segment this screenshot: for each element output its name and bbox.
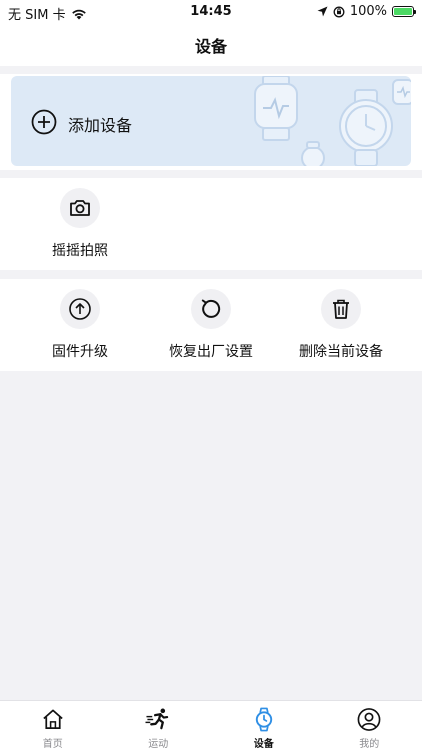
add-device-label: 添加设备 (68, 116, 133, 135)
factory-reset-button[interactable]: 恢复出厂设置 (156, 289, 266, 361)
shake-photo-circle (60, 188, 100, 228)
delete-device-button[interactable]: 删除当前设备 (286, 289, 396, 361)
factory-reset-label: 恢复出厂设置 (169, 344, 253, 360)
camera-icon (70, 200, 90, 216)
watch-icon (255, 707, 272, 732)
tab-device-label: 设备 (253, 739, 274, 750)
add-circle-icon (31, 109, 57, 135)
firmware-upgrade-circle (60, 289, 100, 329)
tab-bar: 首页 运动 设备 我的 (0, 700, 422, 750)
tab-mine-label: 我的 (359, 739, 380, 750)
firmware-upgrade-label: 固件升级 (52, 344, 108, 360)
trash-icon (333, 299, 349, 319)
tab-sport[interactable]: 运动 (106, 701, 212, 750)
device-actions-section: 固件升级 恢复出厂设置 删除当前设备 (0, 279, 422, 371)
battery-percent: 100% (349, 4, 387, 19)
tab-home-label: 首页 (42, 739, 63, 750)
status-bar: 无 SIM 卡 14:45 100% (0, 0, 422, 24)
arrow-up-circle-icon (69, 298, 91, 320)
running-icon (145, 708, 169, 730)
status-right: 100% (317, 4, 416, 19)
tab-sport-label: 运动 (148, 739, 169, 750)
tab-home[interactable]: 首页 (0, 701, 106, 750)
watch-illustration-icon (254, 76, 411, 166)
factory-reset-circle (191, 289, 231, 329)
shake-photo-button[interactable]: 摇摇拍照 (40, 188, 120, 260)
orientation-lock-icon (333, 6, 345, 17)
battery-icon (392, 6, 416, 17)
page-title: 设备 (194, 37, 227, 56)
tab-device[interactable]: 设备 (211, 701, 317, 750)
location-arrow-icon (317, 6, 328, 17)
shake-photo-section: 摇摇拍照 (0, 178, 422, 270)
add-device-card[interactable]: 添加设备 (11, 76, 411, 166)
tab-mine[interactable]: 我的 (317, 701, 422, 750)
firmware-upgrade-button[interactable]: 固件升级 (30, 289, 130, 361)
nav-bar: 设备 (0, 24, 422, 66)
add-device-section: 添加设备 (0, 74, 422, 170)
delete-device-label: 删除当前设备 (299, 344, 383, 360)
user-icon (357, 708, 381, 731)
shake-photo-label: 摇摇拍照 (52, 243, 108, 259)
home-icon (43, 709, 63, 730)
delete-device-circle (321, 289, 361, 329)
reset-icon (201, 299, 221, 318)
